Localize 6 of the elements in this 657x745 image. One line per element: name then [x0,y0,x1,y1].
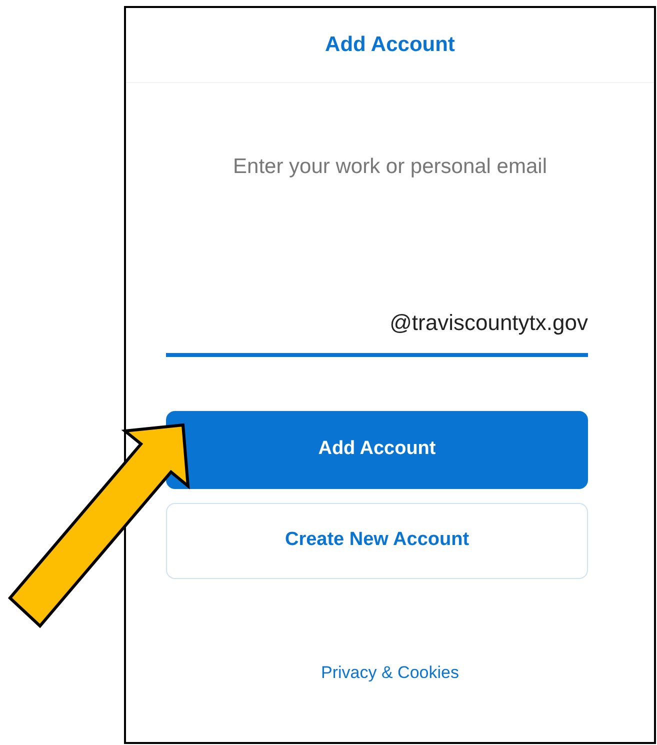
add-account-button[interactable]: Add Account [166,410,588,488]
prompt-text: Enter your work or personal email [232,154,548,180]
create-account-button[interactable]: Create New Account [166,502,588,578]
email-field[interactable]: @traviscountytx.gov [166,306,588,356]
privacy-link[interactable]: Privacy & Cookies [321,663,459,682]
screen-title: Add Account [325,32,455,58]
